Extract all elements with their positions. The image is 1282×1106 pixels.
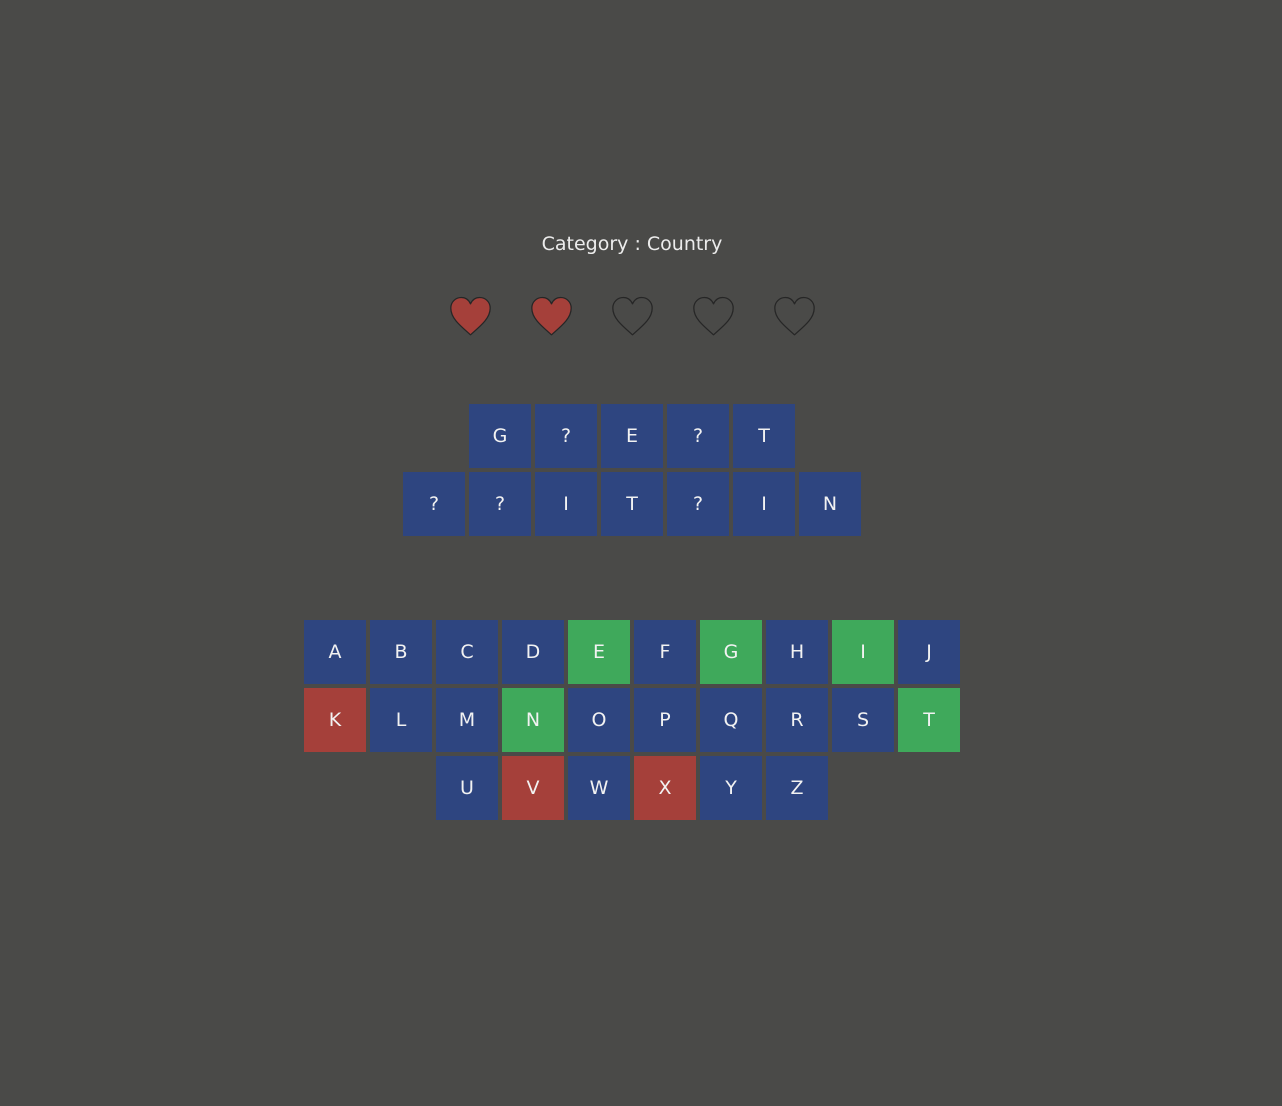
heart-icon bbox=[611, 296, 653, 336]
key-w[interactable]: W bbox=[568, 756, 630, 820]
key-j[interactable]: J bbox=[898, 620, 960, 684]
key-d[interactable]: D bbox=[502, 620, 564, 684]
key-p[interactable]: P bbox=[634, 688, 696, 752]
key-a[interactable]: A bbox=[304, 620, 366, 684]
letter-tile: T bbox=[733, 404, 795, 468]
key-o[interactable]: O bbox=[568, 688, 630, 752]
key-v[interactable]: V bbox=[502, 756, 564, 820]
category-label: Category : Country bbox=[541, 233, 723, 255]
key-g[interactable]: G bbox=[700, 620, 762, 684]
key-n[interactable]: N bbox=[502, 688, 564, 752]
key-c[interactable]: C bbox=[436, 620, 498, 684]
key-b[interactable]: B bbox=[370, 620, 432, 684]
keyboard-row-3: UVWXYZ bbox=[0, 756, 1264, 820]
letter-tile: N bbox=[799, 472, 861, 536]
key-x[interactable]: X bbox=[634, 756, 696, 820]
heart-icon bbox=[692, 296, 734, 336]
key-z[interactable]: Z bbox=[766, 756, 828, 820]
letter-tile: ? bbox=[667, 404, 729, 468]
key-m[interactable]: M bbox=[436, 688, 498, 752]
letter-tile: ? bbox=[667, 472, 729, 536]
key-h[interactable]: H bbox=[766, 620, 828, 684]
word-row-1: G? E? T bbox=[0, 404, 1264, 468]
word-row-2: ?? I T? I N bbox=[0, 472, 1264, 536]
key-s[interactable]: S bbox=[832, 688, 894, 752]
heart-icon bbox=[773, 296, 815, 336]
letter-tile: ? bbox=[535, 404, 597, 468]
key-q[interactable]: Q bbox=[700, 688, 762, 752]
key-k[interactable]: K bbox=[304, 688, 366, 752]
key-r[interactable]: R bbox=[766, 688, 828, 752]
key-t[interactable]: T bbox=[898, 688, 960, 752]
letter-tile: I bbox=[733, 472, 795, 536]
heart-icon bbox=[530, 296, 572, 336]
letter-tile: ? bbox=[403, 472, 465, 536]
letter-tile: I bbox=[535, 472, 597, 536]
heart-icon bbox=[449, 296, 491, 336]
lives-display bbox=[0, 294, 1264, 339]
key-e[interactable]: E bbox=[568, 620, 630, 684]
letter-tile: E bbox=[601, 404, 663, 468]
key-l[interactable]: L bbox=[370, 688, 432, 752]
keyboard-row-1: ABCDEFGHIJ bbox=[0, 620, 1264, 684]
key-i[interactable]: I bbox=[832, 620, 894, 684]
key-y[interactable]: Y bbox=[700, 756, 762, 820]
letter-tile: G bbox=[469, 404, 531, 468]
key-f[interactable]: F bbox=[634, 620, 696, 684]
key-u[interactable]: U bbox=[436, 756, 498, 820]
keyboard-row-2: KLMNOPQRST bbox=[0, 688, 1264, 752]
letter-tile: T bbox=[601, 472, 663, 536]
letter-tile: ? bbox=[469, 472, 531, 536]
